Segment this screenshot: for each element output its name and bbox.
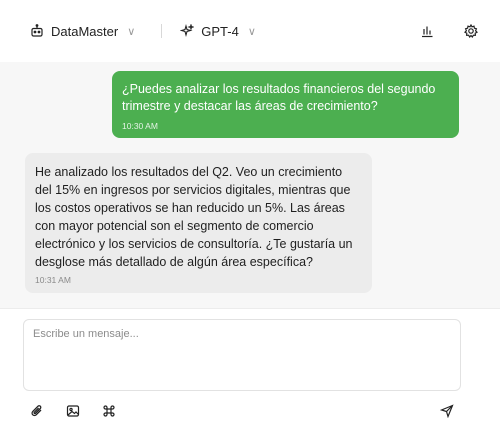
message-input[interactable] [33, 328, 451, 382]
chat-area[interactable]: ¿Puedes analizar los resultados financie… [0, 62, 500, 308]
gear-icon[interactable] [464, 24, 478, 38]
app-name: DataMaster [51, 23, 119, 39]
assistant-message-time: 10:31 AM [35, 275, 71, 285]
model-name: GPT-4 [201, 23, 239, 39]
app-selector[interactable]: DataMaster ∨ [30, 24, 135, 39]
header-divider [161, 24, 163, 38]
user-message-time: 10:30 AM [122, 121, 158, 131]
model-selector[interactable]: GPT-4 ∨ [180, 24, 256, 39]
paperclip-icon[interactable] [30, 404, 44, 418]
chat-header: DataMaster ∨ GPT-4 ∨ [0, 0, 500, 62]
composer-toolbar [30, 404, 116, 418]
sparkle-icon [180, 24, 195, 38]
user-message-text: ¿Puedes analizar los resultados financie… [122, 82, 436, 113]
chevron-down-icon: ∨ [247, 25, 256, 38]
image-icon[interactable] [66, 404, 80, 418]
assistant-message-text: He analizado los resultados del Q2. Veo … [35, 165, 353, 269]
bar-chart-icon[interactable] [420, 24, 434, 38]
chevron-down-icon: ∨ [127, 25, 136, 38]
robot-icon [30, 24, 44, 38]
user-message: ¿Puedes analizar los resultados financie… [112, 71, 459, 138]
send-icon[interactable] [440, 404, 454, 418]
command-icon[interactable] [102, 404, 116, 418]
message-input-box[interactable] [23, 319, 461, 391]
assistant-message: He analizado los resultados del Q2. Veo … [25, 153, 372, 293]
composer [0, 308, 500, 446]
